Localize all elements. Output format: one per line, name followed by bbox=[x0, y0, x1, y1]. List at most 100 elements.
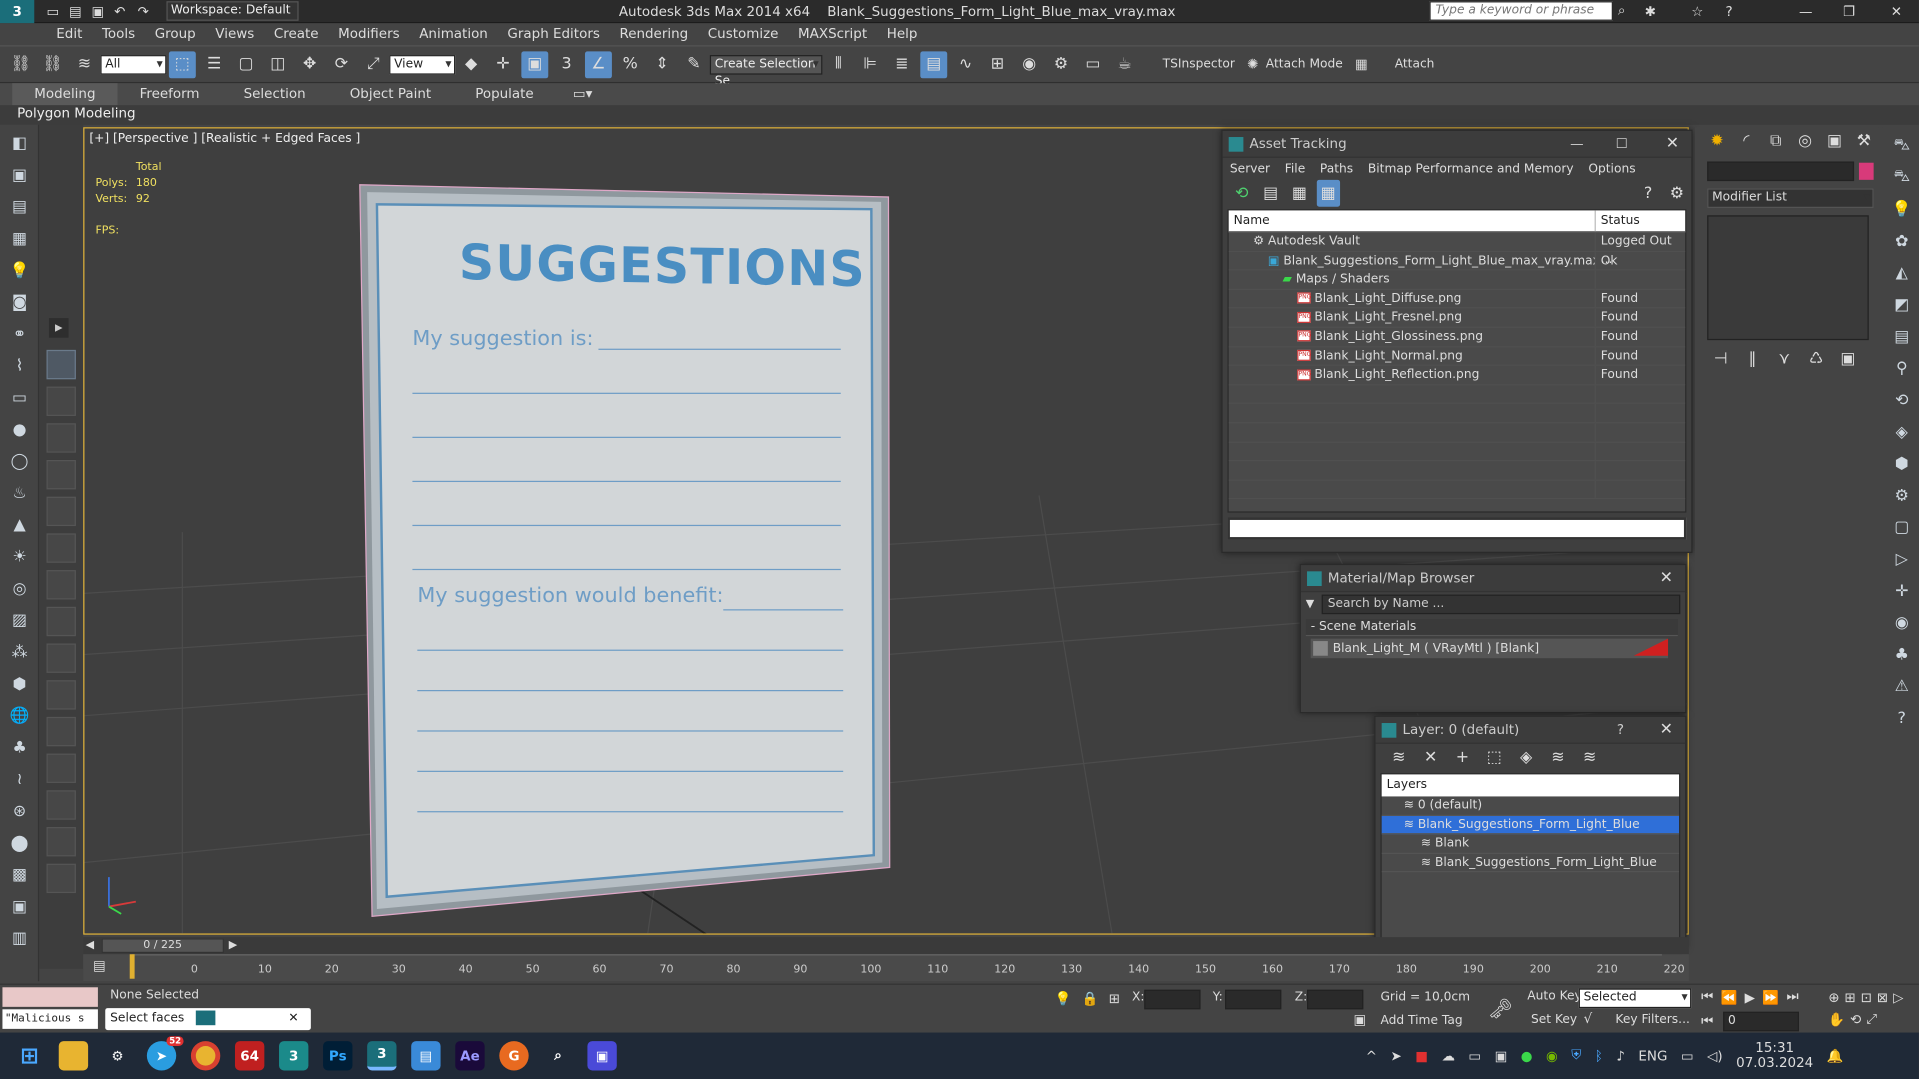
make-unique-icon[interactable]: ⋎ bbox=[1771, 345, 1798, 372]
geo-icon[interactable]: ⬢ bbox=[6, 670, 33, 697]
layout-grid-icon-14[interactable] bbox=[46, 863, 76, 894]
asset-row[interactable]: ▣ Blank_Suggestions_Form_Light_Blue_max_… bbox=[1228, 251, 1686, 271]
tray-red-icon[interactable]: ■ bbox=[1415, 1048, 1428, 1064]
auto-key-button[interactable]: Auto Key bbox=[1527, 990, 1581, 1003]
minimize-icon[interactable]: — bbox=[1799, 3, 1812, 19]
link-icon[interactable]: ⛓ bbox=[7, 51, 34, 78]
delete-layer-icon[interactable]: ✕ bbox=[1417, 744, 1444, 771]
table-view-icon[interactable]: ▦ bbox=[1316, 179, 1341, 207]
right-tool-5-icon[interactable]: ◭ bbox=[1888, 259, 1915, 286]
show-end-result-icon[interactable]: ∥ bbox=[1739, 345, 1766, 372]
prev-frame-icon[interactable]: ◀ bbox=[86, 940, 94, 952]
coord-y-input[interactable] bbox=[1225, 989, 1282, 1010]
play-icon[interactable]: ▶ bbox=[1745, 989, 1755, 1005]
photoshop-icon[interactable]: Ps bbox=[323, 1041, 353, 1071]
coord-z-input[interactable] bbox=[1307, 989, 1364, 1010]
zoom-extents-all-icon[interactable]: ⊠ bbox=[1877, 990, 1888, 1006]
menu-create[interactable]: Create bbox=[254, 23, 319, 45]
notification-icon[interactable]: 🔔 bbox=[1827, 1048, 1844, 1064]
configure-sets-icon[interactable]: ▣ bbox=[1834, 345, 1861, 372]
asset-menu-server[interactable]: Server bbox=[1230, 162, 1270, 175]
select-layer-objects-icon[interactable]: ⬚ bbox=[1481, 744, 1508, 771]
list-view-icon[interactable]: ▤ bbox=[1259, 180, 1283, 207]
new-layer-icon[interactable]: ≋ bbox=[1385, 744, 1412, 771]
redo-icon[interactable]: ↷ bbox=[138, 3, 149, 19]
thumbnail-view-icon[interactable]: ▦ bbox=[1287, 180, 1311, 207]
isolate-icon[interactable]: 💡 bbox=[1055, 991, 1072, 1007]
camera-icon[interactable]: ◙ bbox=[6, 289, 33, 316]
render-icon[interactable]: ☕ bbox=[1111, 51, 1138, 78]
layout-grid-icon-5[interactable] bbox=[46, 533, 76, 563]
menu-customize[interactable]: Customize bbox=[688, 23, 779, 45]
task-view-icon[interactable]: ⚙ bbox=[103, 1041, 132, 1070]
bind-spacewarp-icon[interactable]: ≋ bbox=[71, 51, 98, 78]
close-icon[interactable]: ✕ bbox=[288, 1008, 298, 1030]
ribbon-tab-populate[interactable]: Populate bbox=[453, 83, 556, 105]
box-icon[interactable]: ▭ bbox=[6, 384, 33, 411]
current-frame-input[interactable]: 0 bbox=[1723, 1011, 1799, 1032]
menu-maxscript[interactable]: MAXScript bbox=[778, 23, 867, 45]
add-to-layer-icon[interactable]: + bbox=[1449, 744, 1476, 771]
align-icon[interactable]: ⊫ bbox=[857, 51, 884, 78]
right-tool-4-icon[interactable]: ✿ bbox=[1888, 228, 1915, 255]
freeze-all-layers-icon[interactable]: ≋ bbox=[1576, 744, 1603, 771]
ball-icon[interactable]: ⬤ bbox=[6, 829, 33, 856]
object-color-swatch[interactable] bbox=[1858, 162, 1874, 180]
sphere-icon[interactable]: ● bbox=[6, 416, 33, 443]
plant-icon[interactable]: ♣ bbox=[6, 734, 33, 761]
asset-row[interactable]: PNG Blank_Light_Fresnel.png Found bbox=[1228, 308, 1686, 328]
viewport-label[interactable]: [+] [Perspective ] [Realistic + Edged Fa… bbox=[89, 132, 360, 145]
asset-menu-options[interactable]: Options bbox=[1588, 162, 1635, 175]
layer-explorer-icon[interactable]: ≣ bbox=[888, 51, 915, 78]
new-file-icon[interactable]: ▭ bbox=[47, 3, 60, 19]
col-name-header[interactable]: Name bbox=[1229, 210, 1596, 232]
save-app-icon[interactable]: ▣ bbox=[587, 1041, 617, 1071]
pivot-icon[interactable]: ◆ bbox=[458, 51, 485, 78]
select-manipulate-icon[interactable]: ✛ bbox=[490, 51, 517, 78]
unlink-icon[interactable]: ⛓ bbox=[39, 51, 66, 78]
render-frame-icon[interactable]: ▭ bbox=[1079, 51, 1106, 78]
maximize-viewport-icon[interactable]: ⤢ bbox=[1866, 1011, 1877, 1028]
tray-green-icon[interactable]: ● bbox=[1521, 1048, 1533, 1064]
asset-row[interactable]: ▰ Maps / Shaders bbox=[1228, 270, 1686, 290]
hierarchy-tab-icon[interactable]: ⧉ bbox=[1763, 127, 1787, 154]
tray-screen-icon[interactable]: ▣ bbox=[1495, 1048, 1508, 1064]
add-time-tag[interactable]: Add Time Tag bbox=[1380, 1014, 1462, 1027]
time-slider-thumb[interactable]: 0 / 225 bbox=[101, 938, 224, 954]
help-icon[interactable]: ? bbox=[1636, 180, 1660, 207]
next-key-icon[interactable]: ⏩ bbox=[1762, 989, 1779, 1005]
percent-snap-icon[interactable]: % bbox=[617, 51, 644, 78]
asset-row[interactable]: PNG Blank_Light_Diffuse.png Found bbox=[1228, 289, 1686, 309]
trash-icon[interactable]: ▥ bbox=[6, 925, 33, 952]
right-tool-14-icon[interactable]: ▷ bbox=[1888, 546, 1915, 573]
zoom-all-icon[interactable]: ⊞ bbox=[1845, 990, 1856, 1006]
grid-icon[interactable]: ▨ bbox=[6, 607, 33, 634]
star-icon[interactable]: ☆ bbox=[1691, 3, 1703, 19]
right-tool-12-icon[interactable]: ⚙ bbox=[1888, 482, 1915, 509]
app-logo-icon[interactable]: 3 bbox=[0, 0, 35, 23]
ribbon-tab-selection[interactable]: Selection bbox=[222, 83, 328, 105]
right-tool-6-icon[interactable]: ◩ bbox=[1888, 291, 1915, 318]
layout-grid-icon-6[interactable] bbox=[46, 570, 76, 600]
rope-icon[interactable]: ⊛ bbox=[6, 798, 33, 825]
menu-graph-editors[interactable]: Graph Editors bbox=[488, 23, 599, 45]
remove-modifier-icon[interactable]: ♺ bbox=[1803, 345, 1830, 372]
select-by-name-icon[interactable]: ☰ bbox=[201, 51, 228, 78]
right-tool-8-icon[interactable]: ⚲ bbox=[1888, 355, 1915, 382]
go-to-start-icon[interactable]: ⏮ bbox=[1701, 989, 1713, 1006]
scale-icon[interactable]: ⤢ bbox=[360, 51, 387, 78]
minimize-icon[interactable]: — bbox=[1570, 131, 1583, 158]
layers-header[interactable]: Layers bbox=[1381, 774, 1680, 797]
refresh-icon[interactable]: ⟲ bbox=[1230, 180, 1254, 207]
tsinspector-label[interactable]: TSInspector bbox=[1163, 57, 1235, 70]
tray-date[interactable]: 07.03.2024 bbox=[1736, 1055, 1813, 1071]
asset-path-field[interactable] bbox=[1227, 517, 1687, 540]
maxscript-listener-pink[interactable] bbox=[2, 987, 98, 1007]
current-frame-marker[interactable] bbox=[129, 954, 135, 979]
named-selection-dropdown[interactable]: Create Selection Se bbox=[709, 54, 823, 87]
asset-menu-file[interactable]: File bbox=[1285, 162, 1305, 175]
tray-cloud-icon[interactable]: ☁ bbox=[1441, 1048, 1454, 1064]
workspace-dropdown[interactable]: Workspace: Default bbox=[166, 1, 299, 21]
pin-stack-icon[interactable]: ⊣ bbox=[1707, 345, 1734, 372]
asset-row[interactable]: ⚙ Autodesk Vault Logged Out ... bbox=[1228, 232, 1686, 267]
